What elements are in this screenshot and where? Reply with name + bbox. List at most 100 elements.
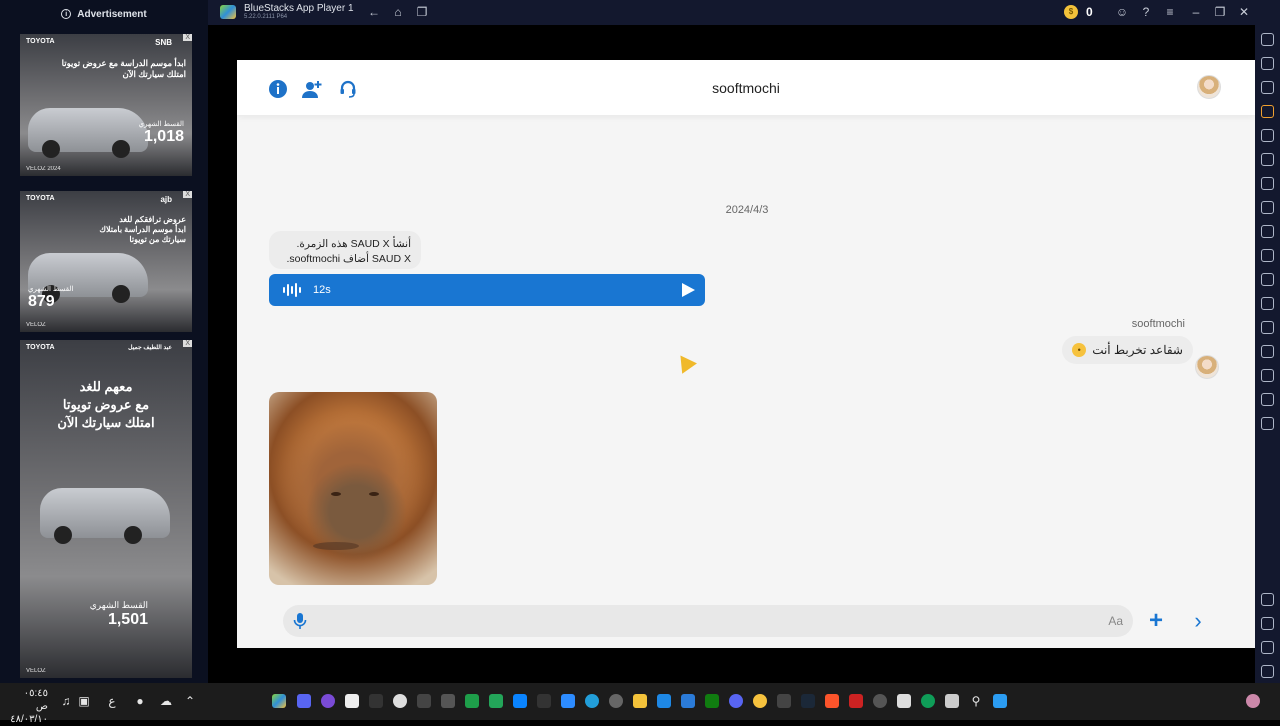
back-icon[interactable]: ← (366, 4, 382, 20)
location-icon[interactable] (1261, 369, 1274, 382)
message-bubble[interactable]: شقاعد تخربط أنت • (1062, 336, 1193, 364)
multi-instance-icon[interactable] (1261, 321, 1274, 334)
media-icon[interactable] (1261, 273, 1274, 286)
app-taskbar-icon[interactable] (873, 694, 887, 708)
task-view-icon[interactable] (945, 694, 959, 708)
app-taskbar-icon[interactable] (417, 694, 431, 708)
app-taskbar-icon[interactable] (513, 694, 527, 708)
ad-banner-1[interactable]: TOYOTA SNB X ابدأ موسم الدراسة مع عروض ت… (20, 34, 192, 176)
recent-apps-icon[interactable] (1261, 665, 1274, 678)
app-taskbar-icon[interactable] (849, 694, 863, 708)
ad-banner-3[interactable]: TOYOTA عبد اللطيف جميل X معهم للغد مع عر… (20, 340, 192, 678)
app-taskbar-icon[interactable] (609, 694, 623, 708)
sync-icon[interactable] (1261, 201, 1274, 214)
app-taskbar-icon[interactable] (561, 694, 575, 708)
clock[interactable]: ٠٥:٤٥ ص ٤٨/٠٣/١٠ (10, 687, 48, 726)
ad-price-label: القسط الشهري (28, 286, 74, 293)
emoji-icon: • (1072, 343, 1087, 357)
chevron-up-icon[interactable]: ⌃ (182, 693, 198, 709)
home-icon[interactable] (1261, 641, 1274, 654)
shake-icon[interactable] (1261, 153, 1274, 166)
chat-screen: sooftmochi 2024/4/3 أنشأ SAUD X هذه الزم… (237, 60, 1255, 648)
play-icon[interactable] (682, 283, 695, 297)
account-icon[interactable]: ☺ (1114, 4, 1130, 20)
app-taskbar-icon[interactable] (681, 694, 695, 708)
ad-brand: TOYOTA (26, 195, 55, 202)
steam-taskbar-icon[interactable] (801, 694, 815, 708)
display-icon[interactable]: ▣ (76, 693, 92, 709)
volume-icon[interactable]: ♫ (58, 693, 74, 709)
back-icon[interactable] (1261, 617, 1274, 630)
ad-close-icon[interactable]: X (183, 34, 192, 41)
avatar[interactable] (1195, 355, 1219, 379)
notification-icon[interactable] (1246, 694, 1260, 708)
app-taskbar-icon[interactable] (537, 694, 551, 708)
brave-taskbar-icon[interactable] (825, 694, 839, 708)
ad-close-icon[interactable]: X (183, 191, 192, 198)
keyboard-icon[interactable] (1261, 81, 1274, 94)
message-input[interactable]: Aa (283, 605, 1133, 637)
help-icon[interactable]: ? (1138, 4, 1154, 20)
layers-icon[interactable] (1261, 393, 1274, 406)
game-controls-icon[interactable] (1261, 105, 1274, 118)
advertisement-panel: i Advertisement TOYOTA SNB X ابدأ موسم ا… (0, 0, 208, 683)
ad-price-value: 1,501 (107, 611, 148, 628)
notepad-taskbar-icon[interactable] (345, 694, 359, 708)
window-title: BlueStacks App Player 1 (244, 3, 354, 14)
ad-bank: ajb (160, 195, 172, 204)
avatar[interactable] (1197, 75, 1221, 99)
discord-taskbar-icon[interactable] (729, 694, 743, 708)
airplane-icon[interactable] (1261, 297, 1274, 310)
start-icon[interactable] (993, 694, 1007, 708)
microphone-icon[interactable]: ● (132, 693, 148, 709)
edge-taskbar-icon[interactable] (921, 694, 935, 708)
store-taskbar-icon[interactable] (897, 694, 911, 708)
ad-model: VELOZ (26, 668, 46, 674)
ad-banner-2[interactable]: TOYOTA ajb X عروض ترافقكم للغد ابدأ موسم… (20, 191, 192, 332)
screenshot-icon[interactable] (1261, 225, 1274, 238)
app-taskbar-icon[interactable] (297, 694, 311, 708)
app-taskbar-icon[interactable] (393, 694, 407, 708)
app-taskbar-icon[interactable] (777, 694, 791, 708)
app-taskbar-icon[interactable] (441, 694, 455, 708)
xbox-taskbar-icon[interactable] (705, 694, 719, 708)
app-taskbar-icon[interactable] (489, 694, 503, 708)
voice-message[interactable]: 12s (269, 274, 705, 306)
search-icon[interactable]: ⚲ (968, 693, 984, 709)
minimize-icon[interactable]: – (1188, 4, 1204, 20)
ad-headline: معهم للغد مع عروض تويوتا امتلك سيارتك ال… (57, 379, 155, 431)
attach-plus-icon[interactable]: + (1145, 608, 1167, 634)
recent-apps-icon[interactable]: ❐ (414, 4, 430, 20)
record-icon[interactable] (1261, 249, 1274, 262)
restore-icon[interactable]: ❐ (1212, 4, 1228, 20)
close-icon[interactable]: ✕ (1236, 4, 1252, 20)
telegram-taskbar-icon[interactable] (585, 694, 599, 708)
ad-close-icon[interactable]: X (183, 340, 192, 347)
app-taskbar-icon[interactable] (369, 694, 383, 708)
volume-icon[interactable] (1261, 57, 1274, 70)
input-placeholder: Aa (1108, 614, 1123, 628)
app-taskbar-icon[interactable] (321, 694, 335, 708)
send-chevron-icon[interactable]: › (1187, 608, 1209, 634)
macro-icon[interactable] (1261, 177, 1274, 190)
menu-icon[interactable]: ≡ (1162, 4, 1178, 20)
info-icon: i (61, 9, 72, 19)
app-taskbar-icon[interactable] (633, 694, 647, 708)
bluestacks-taskbar-icon[interactable] (272, 694, 286, 708)
app-taskbar-icon[interactable] (657, 694, 671, 708)
refresh-icon[interactable] (1261, 417, 1274, 430)
coin-icon[interactable]: $ (1064, 5, 1078, 19)
fullscreen-icon[interactable] (1261, 33, 1274, 46)
language-indicator[interactable]: ع (104, 693, 120, 709)
waveform-icon (283, 283, 303, 297)
home-icon[interactable]: ⌂ (390, 4, 406, 20)
settings-icon[interactable] (1261, 593, 1274, 606)
microphone-icon[interactable] (293, 613, 307, 629)
image-message[interactable] (269, 392, 437, 585)
ad-headline: ابدأ موسم الدراسة مع عروض تويوتا امتلك س… (61, 58, 186, 79)
eco-mode-icon[interactable] (1261, 345, 1274, 358)
onedrive-icon[interactable]: ☁ (158, 693, 174, 709)
app-taskbar-icon[interactable] (753, 694, 767, 708)
rotate-icon[interactable] (1261, 129, 1274, 142)
excel-taskbar-icon[interactable] (465, 694, 479, 708)
